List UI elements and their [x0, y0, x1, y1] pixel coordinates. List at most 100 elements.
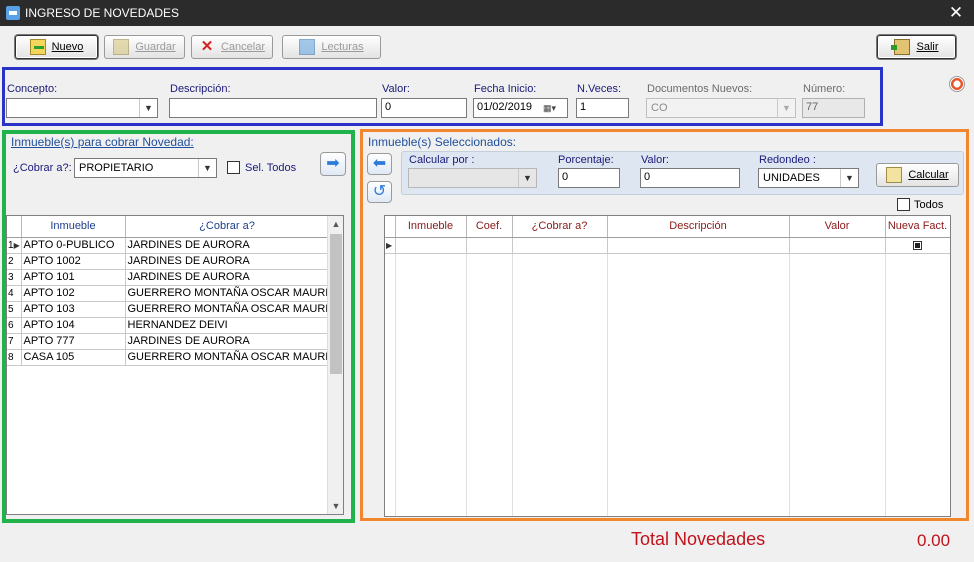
- calcular-por-select[interactable]: ▼: [408, 168, 537, 188]
- redondeo-select[interactable]: UNIDADES ▼: [758, 168, 859, 188]
- calcular-label: Calcular: [908, 169, 949, 181]
- redondeo-label: Redondeo :: [759, 154, 816, 166]
- nueva-fact-checkbox[interactable]: [913, 240, 922, 250]
- table-row[interactable]: 6 APTO 104 HERNANDEZ DEIVI: [7, 317, 330, 334]
- col-header-valor[interactable]: Valor: [789, 216, 886, 238]
- cell-cobrar-a[interactable]: GUERRERO MONTAÑA OSCAR MAURI: [125, 349, 330, 366]
- inmuebles-panel-title: Inmueble(s) para cobrar Novedad:: [11, 135, 194, 149]
- cell-inmueble[interactable]: CASA 105: [21, 349, 126, 366]
- cell-inmueble[interactable]: [395, 237, 467, 254]
- cancelar-label: Cancelar: [220, 41, 266, 53]
- todos-checkbox[interactable]: [897, 198, 910, 211]
- documentos-nuevos-select[interactable]: CO ▼: [646, 98, 796, 118]
- move-left-button[interactable]: ⬅: [367, 153, 392, 175]
- cell-descripcion[interactable]: [607, 237, 790, 254]
- table-row[interactable]: 2 APTO 1002 JARDINES DE AURORA: [7, 253, 330, 270]
- row-header-blank: [385, 216, 396, 238]
- fecha-inicio-value: 01/02/2019: [477, 101, 533, 113]
- concepto-select[interactable]: ▼: [6, 98, 158, 118]
- scroll-down-icon[interactable]: ▼: [328, 498, 343, 514]
- col-header-inmueble[interactable]: Inmueble: [21, 216, 126, 238]
- col-header-coef[interactable]: Coef.: [466, 216, 513, 238]
- calcular-button[interactable]: Calcular: [876, 163, 959, 187]
- inmuebles-grid: Inmueble ¿Cobrar a? 1▶ APTO 0-PUBLICO JA…: [6, 215, 344, 515]
- valor-calc-input[interactable]: 0: [640, 168, 740, 188]
- fecha-inicio-input[interactable]: 01/02/2019 ▦▾: [473, 98, 568, 118]
- salir-button[interactable]: Salir: [877, 35, 956, 59]
- cell-cobrar-a[interactable]: GUERRERO MONTAÑA OSCAR MAURI: [125, 301, 330, 318]
- cell-cobrar-a[interactable]: JARDINES DE AURORA: [125, 333, 330, 350]
- readings-icon: [299, 39, 316, 55]
- undo-icon: ↺: [372, 183, 387, 200]
- col-header-nueva-fact[interactable]: Nueva Fact.: [885, 216, 950, 238]
- chevron-down-icon: ▼: [518, 169, 536, 187]
- cobrar-a-select[interactable]: PROPIETARIO ▼: [74, 158, 217, 178]
- table-row[interactable]: ▶: [385, 237, 950, 254]
- salir-label: Salir: [916, 41, 939, 53]
- calculator-icon: [886, 167, 903, 183]
- numero-label: Número:: [803, 83, 846, 95]
- seleccionados-panel-title: Inmueble(s) Seleccionados:: [368, 135, 517, 149]
- lecturas-label: Lecturas: [321, 41, 364, 53]
- scroll-up-icon[interactable]: ▲: [328, 216, 343, 232]
- table-row[interactable]: 4 APTO 102 GUERRERO MONTAÑA OSCAR MAURI: [7, 285, 330, 302]
- chevron-down-icon: ▼: [840, 169, 858, 187]
- cell-inmueble[interactable]: APTO 101: [21, 269, 126, 286]
- col-header-inmueble[interactable]: Inmueble: [395, 216, 467, 238]
- move-right-button[interactable]: ➡: [320, 152, 346, 176]
- cell-cobrar-a[interactable]: JARDINES DE AURORA: [125, 253, 330, 270]
- table-row[interactable]: 8 CASA 105 GUERRERO MONTAÑA OSCAR MAURI: [7, 349, 330, 366]
- nuevo-button[interactable]: Nuevo: [15, 35, 98, 59]
- cancelar-button[interactable]: ✕ Cancelar: [191, 35, 273, 59]
- descripcion-input[interactable]: [169, 98, 377, 118]
- table-row[interactable]: 3 APTO 101 JARDINES DE AURORA: [7, 269, 330, 286]
- cell-cobrar-a[interactable]: JARDINES DE AURORA: [125, 237, 330, 254]
- col-header-cobrar-a[interactable]: ¿Cobrar a?: [512, 216, 608, 238]
- row-number: 8: [7, 349, 22, 366]
- lecturas-button[interactable]: Lecturas: [282, 35, 381, 59]
- calendar-icon[interactable]: ▦▾: [543, 101, 565, 115]
- cell-cobrar-a[interactable]: [512, 237, 608, 254]
- col-header-cobrar-a[interactable]: ¿Cobrar a?: [125, 216, 330, 238]
- current-row-icon: ▶: [13, 240, 20, 250]
- cell-cobrar-a[interactable]: GUERRERO MONTAÑA OSCAR MAURI: [125, 285, 330, 302]
- sel-todos-label: Sel. Todos: [245, 162, 297, 174]
- cell-cobrar-a[interactable]: JARDINES DE AURORA: [125, 269, 330, 286]
- cell-inmueble[interactable]: APTO 1002: [21, 253, 126, 270]
- inmuebles-grid-scrollbar[interactable]: ▲ ▼: [327, 216, 343, 514]
- row-number: 5: [7, 301, 22, 318]
- cell-inmueble[interactable]: APTO 102: [21, 285, 126, 302]
- redondeo-value: UNIDADES: [763, 172, 820, 184]
- cell-nueva-fact[interactable]: [885, 237, 950, 254]
- cell-valor[interactable]: [789, 237, 886, 254]
- sel-todos-checkbox[interactable]: [227, 161, 240, 174]
- valor-calc-label: Valor:: [641, 154, 669, 166]
- cell-inmueble[interactable]: APTO 777: [21, 333, 126, 350]
- scroll-thumb[interactable]: [330, 234, 342, 374]
- table-row[interactable]: 7 APTO 777 JARDINES DE AURORA: [7, 333, 330, 350]
- col-header-descripcion[interactable]: Descripción: [607, 216, 790, 238]
- cell-inmueble[interactable]: APTO 0-PUBLICO: [21, 237, 126, 254]
- valor-label: Valor:: [382, 83, 410, 95]
- nveces-input[interactable]: 1: [576, 98, 629, 118]
- undo-button[interactable]: ↺: [367, 181, 392, 203]
- cell-coef[interactable]: [466, 237, 513, 254]
- chevron-down-icon: ▼: [777, 99, 795, 117]
- table-row[interactable]: 1▶ APTO 0-PUBLICO JARDINES DE AURORA: [7, 237, 330, 254]
- row-number: 3: [7, 269, 22, 286]
- guardar-button[interactable]: Guardar: [104, 35, 185, 59]
- table-row[interactable]: 5 APTO 103 GUERRERO MONTAÑA OSCAR MAURI: [7, 301, 330, 318]
- cancel-icon: ✕: [200, 38, 214, 55]
- new-document-icon: [29, 39, 46, 55]
- cell-inmueble[interactable]: APTO 103: [21, 301, 126, 318]
- valor-input[interactable]: 0: [381, 98, 467, 118]
- close-icon[interactable]: ✕: [945, 3, 967, 23]
- seleccionados-grid: Inmueble Coef. ¿Cobrar a? Descripción Va…: [384, 215, 951, 517]
- lifebuoy-help-icon[interactable]: [949, 76, 965, 92]
- porcentaje-input[interactable]: 0: [558, 168, 620, 188]
- new-row-icon: ▶: [386, 240, 393, 250]
- cell-cobrar-a[interactable]: HERNANDEZ DEIVI: [125, 317, 330, 334]
- cell-inmueble[interactable]: APTO 104: [21, 317, 126, 334]
- fecha-inicio-label: Fecha Inicio:: [474, 83, 537, 95]
- porcentaje-label: Porcentaje:: [558, 154, 614, 166]
